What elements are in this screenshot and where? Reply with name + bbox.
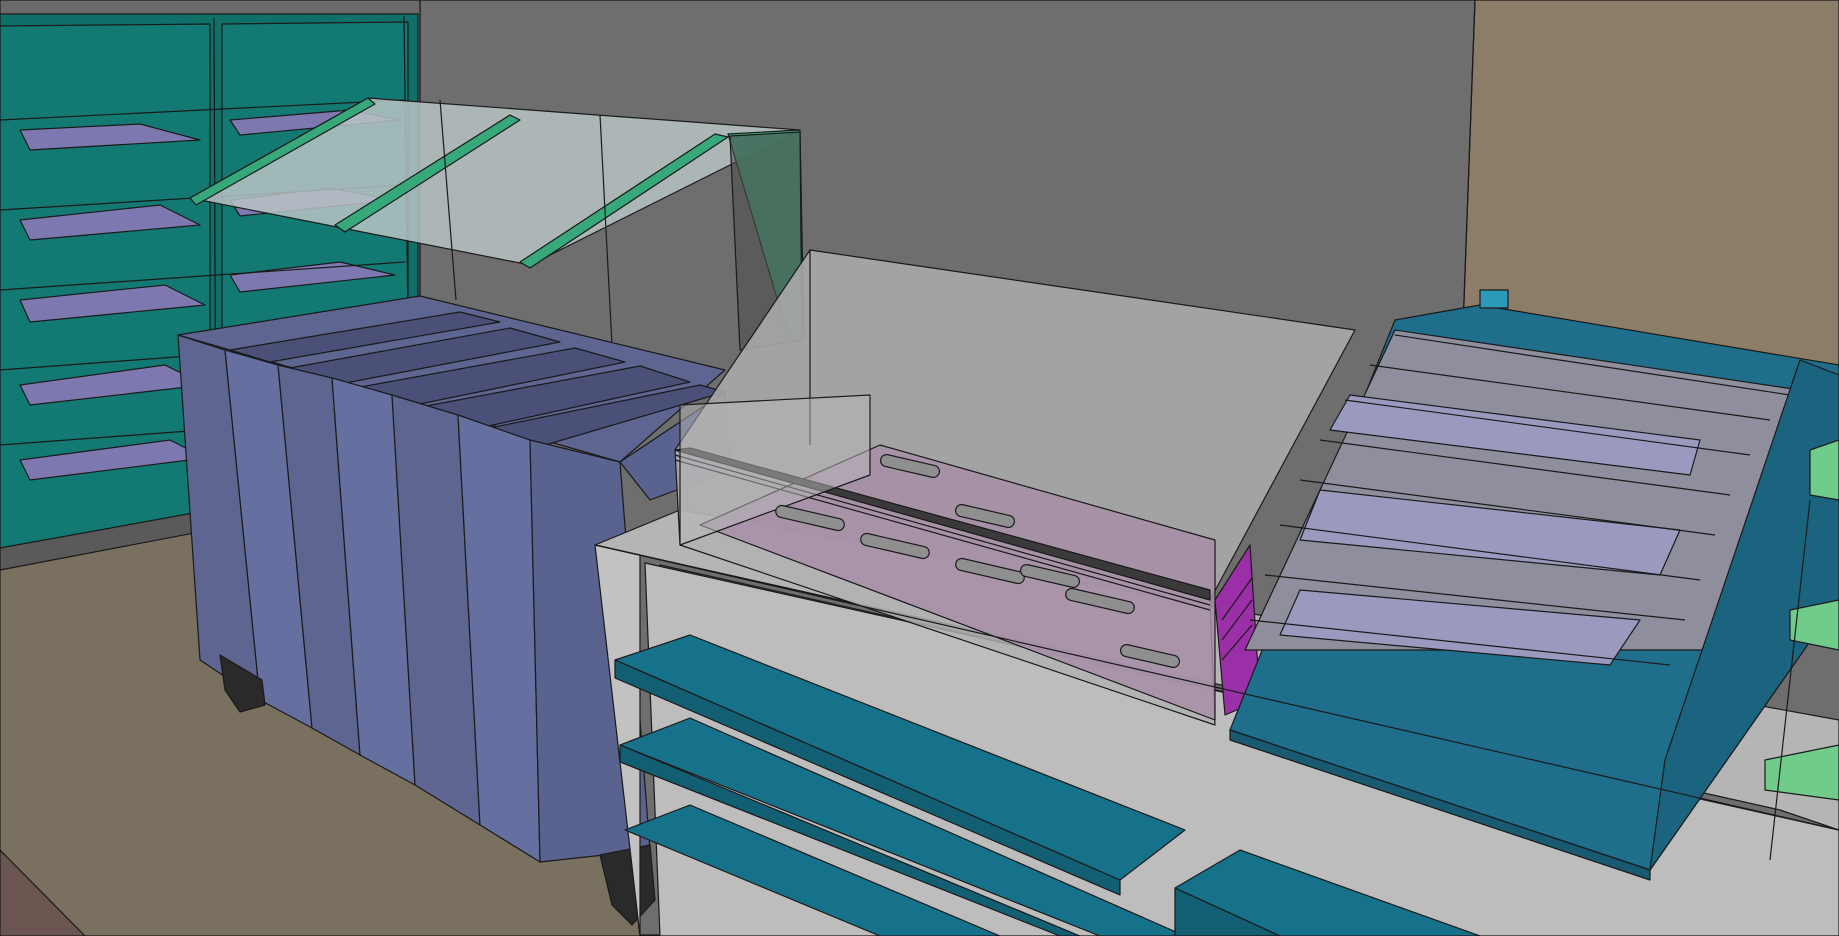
3d-scene-canvas [0,0,1839,936]
case-handle [1479,289,1509,309]
